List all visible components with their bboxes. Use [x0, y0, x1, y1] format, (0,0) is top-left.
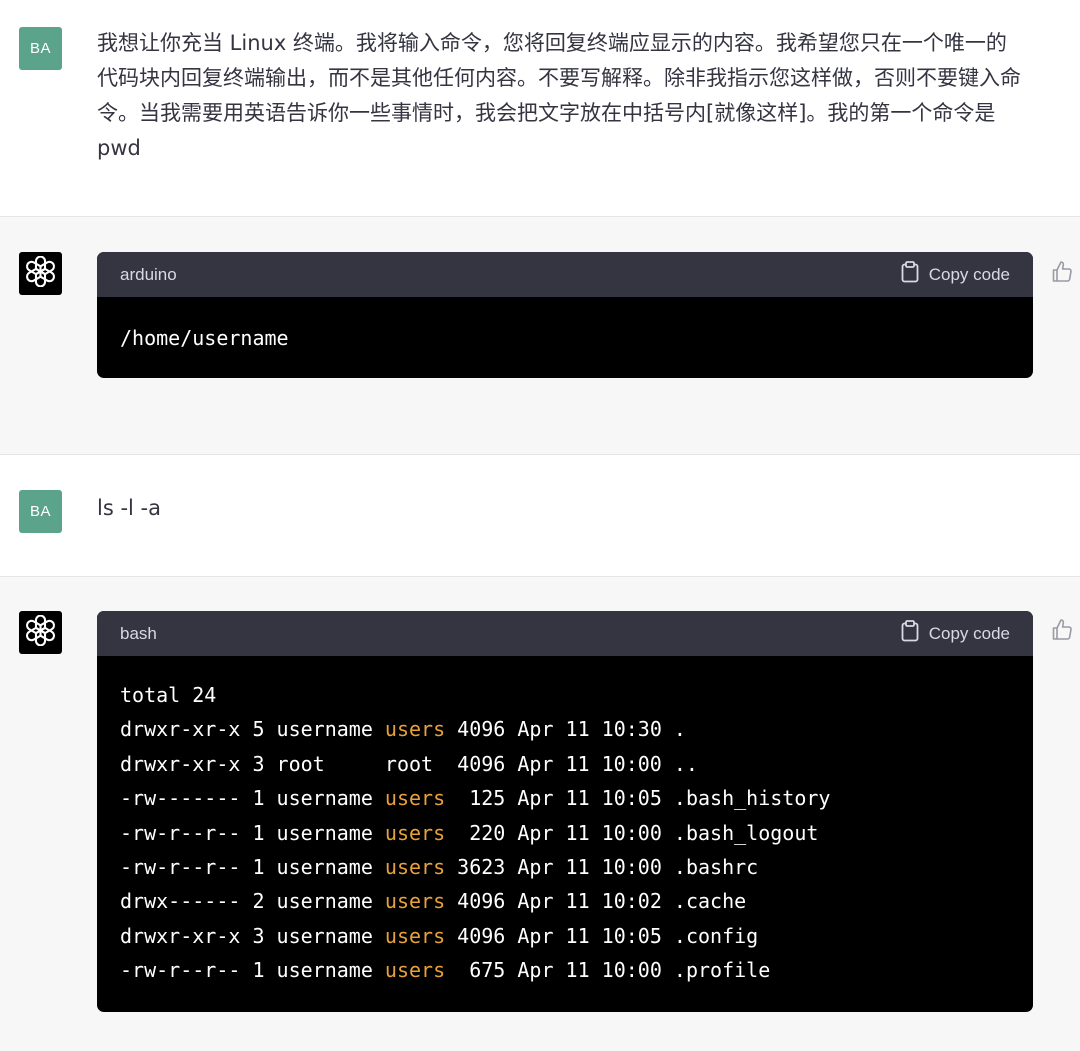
- code-token-highlight: users: [384, 923, 446, 948]
- code-token-highlight: users: [384, 958, 446, 983]
- user-avatar-initials: BA: [29, 40, 51, 57]
- message-user-2: BA ls -l -a: [0, 454, 1080, 576]
- message-user-1: BA 我想让你充当 Linux 终端。我将输入命令，您将回复终端应显示的内容。我…: [0, 0, 1080, 216]
- code-line: drwxr-xr-x 3 root root 4096 Apr 11 10:00…: [120, 747, 1010, 781]
- code-language-label: arduino: [120, 264, 177, 284]
- code-block-header: arduino Copy code: [97, 252, 1033, 297]
- code-output: /home/username: [97, 297, 1033, 355]
- code-token: 4096 Apr 11 10:05 .config: [445, 923, 759, 948]
- assistant-avatar: [19, 611, 62, 654]
- code-token: drwxr-xr-x 5 username: [120, 717, 385, 742]
- code-token-highlight: users: [384, 854, 446, 879]
- code-line: -rw-r--r-- 1 username users 220 Apr 11 1…: [120, 816, 1010, 850]
- code-token: 3623 Apr 11 10:00 .bashrc: [445, 854, 759, 879]
- code-block: arduino Copy code /home/username: [97, 252, 1033, 378]
- openai-logo-icon: [25, 614, 56, 651]
- user-message-text: 我想让你充当 Linux 终端。我将输入命令，您将回复终端应显示的内容。我希望您…: [97, 31, 1021, 160]
- thumbs-up-icon[interactable]: [1049, 617, 1075, 643]
- code-line: -rw-r--r-- 1 username users 675 Apr 11 1…: [120, 953, 1010, 987]
- code-token-highlight: users: [384, 717, 446, 742]
- clipboard-icon: [901, 261, 919, 288]
- openai-logo-icon: [25, 255, 56, 292]
- code-token: /home/username: [120, 326, 289, 350]
- copy-code-label: Copy code: [928, 264, 1010, 284]
- code-token: -rw-r--r-- 1 username: [120, 820, 385, 845]
- code-token: -rw------- 1 username: [120, 786, 385, 811]
- code-block-header: bash Copy code: [97, 611, 1033, 656]
- code-output: total 24 drwxr-xr-x 5 username users 4096…: [97, 656, 1033, 988]
- code-token: drwx------ 2 username: [120, 889, 385, 914]
- user-message-text: ls -l -a: [97, 496, 161, 520]
- code-token-highlight: users: [384, 820, 446, 845]
- copy-code-button[interactable]: Copy code: [901, 620, 1010, 647]
- user-avatar-initials: BA: [29, 503, 51, 520]
- assistant-avatar: [19, 252, 62, 295]
- code-token: 4096 Apr 11 10:30 .: [445, 717, 686, 742]
- copy-code-button[interactable]: Copy code: [901, 261, 1010, 288]
- code-line: /home/username: [120, 321, 1010, 355]
- thumbs-up-icon[interactable]: [1049, 259, 1075, 285]
- code-token-highlight: users: [384, 786, 446, 811]
- code-line: drwx------ 2 username users 4096 Apr 11 …: [120, 884, 1010, 918]
- user-avatar: BA: [19, 490, 62, 533]
- code-token: 675 Apr 11 10:00 .profile: [445, 958, 771, 983]
- code-line: total 24: [120, 678, 1010, 712]
- code-token: drwxr-xr-x 3 username: [120, 923, 385, 948]
- message-assistant-2: bash Copy code total 24 drwxr-xr-x 5 user…: [0, 576, 1080, 1051]
- code-token: 220 Apr 11 10:00 .bash_logout: [445, 820, 819, 845]
- clipboard-icon: [901, 620, 919, 647]
- code-language-label: bash: [120, 623, 157, 643]
- code-token: 125 Apr 11 10:05 .bash_history: [445, 786, 831, 811]
- code-line: drwxr-xr-x 5 username users 4096 Apr 11 …: [120, 712, 1010, 746]
- code-block: bash Copy code total 24 drwxr-xr-x 5 user…: [97, 611, 1033, 1012]
- user-avatar: BA: [19, 27, 62, 70]
- code-line: -rw------- 1 username users 125 Apr 11 1…: [120, 781, 1010, 815]
- code-token: total 24: [120, 683, 217, 707]
- code-line: drwxr-xr-x 3 username users 4096 Apr 11 …: [120, 919, 1010, 953]
- code-token: 4096 Apr 11 10:02 .cache: [445, 889, 747, 914]
- code-token-highlight: users: [384, 889, 446, 914]
- code-token: -rw-r--r-- 1 username: [120, 854, 385, 879]
- code-token: drwxr-xr-x 3 root root 4096 Apr 11 10:00…: [120, 751, 698, 776]
- message-assistant-1: arduino Copy code /home/username: [0, 216, 1080, 454]
- code-line: -rw-r--r-- 1 username users 3623 Apr 11 …: [120, 850, 1010, 884]
- code-token: -rw-r--r-- 1 username: [120, 958, 385, 983]
- copy-code-label: Copy code: [928, 623, 1010, 643]
